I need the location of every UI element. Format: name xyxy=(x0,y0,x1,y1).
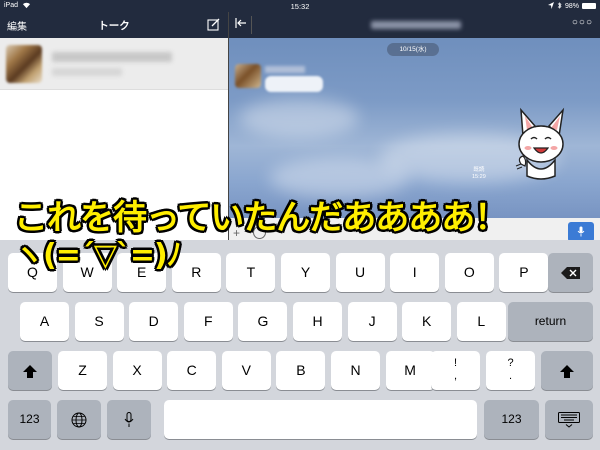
key-k[interactable]: K xyxy=(402,302,452,341)
compose-icon[interactable] xyxy=(207,18,220,31)
key-u[interactable]: U xyxy=(335,253,385,292)
question-label: ? xyxy=(507,357,514,369)
location-icon xyxy=(547,1,554,11)
sender-name-redacted xyxy=(265,66,305,73)
key-l[interactable]: L xyxy=(456,302,506,341)
key-x[interactable]: X xyxy=(112,351,162,390)
key-p[interactable]: P xyxy=(499,253,549,292)
period-label: . xyxy=(508,370,513,382)
return-key[interactable]: return xyxy=(508,302,593,341)
message-bubble-redacted[interactable] xyxy=(265,76,323,92)
key-c[interactable]: C xyxy=(167,351,217,390)
microphone-icon[interactable] xyxy=(568,222,594,242)
read-label: 既読 xyxy=(473,167,485,173)
talk-list-item[interactable] xyxy=(0,38,228,90)
talk-name-redacted xyxy=(52,52,172,62)
shift-key-left[interactable] xyxy=(8,351,52,390)
battery-icon xyxy=(582,3,596,9)
background-cloud xyxy=(239,98,359,138)
delete-icon xyxy=(560,264,581,280)
numbers-key-right[interactable]: 123 xyxy=(484,400,539,439)
shift-icon xyxy=(560,362,574,378)
caption-line-2: ヽ(=´▽`=)ﾉ xyxy=(14,238,182,273)
key-m[interactable]: M xyxy=(385,351,435,390)
avatar xyxy=(6,45,42,83)
read-receipt: 既読 15:29 xyxy=(472,167,486,181)
date-separator: 10/15(水) xyxy=(387,43,439,56)
bluetooth-icon xyxy=(557,1,562,11)
hide-keyboard-icon xyxy=(558,411,580,428)
space-bar[interactable] xyxy=(164,400,477,439)
key-v[interactable]: V xyxy=(221,351,271,390)
avatar[interactable] xyxy=(235,64,261,88)
key-d[interactable]: D xyxy=(129,302,179,341)
back-arrow-icon[interactable] xyxy=(235,17,247,32)
key-s[interactable]: S xyxy=(74,302,124,341)
talk-list-header: 編集 トーク xyxy=(0,12,228,38)
dictation-key[interactable] xyxy=(107,400,151,439)
talk-list-title: トーク xyxy=(98,20,130,32)
read-time: 15:29 xyxy=(472,174,486,180)
status-bar: iPad 15:32 98% xyxy=(0,0,600,12)
comma-label: , xyxy=(453,370,458,382)
key-f[interactable]: F xyxy=(183,302,233,341)
key-a[interactable]: A xyxy=(20,302,69,341)
shift-key-right[interactable] xyxy=(541,351,593,390)
key-z[interactable]: Z xyxy=(58,351,107,390)
exclaim-comma-key[interactable]: ! , xyxy=(431,351,480,390)
key-y[interactable]: Y xyxy=(281,253,330,292)
hide-keyboard-key[interactable] xyxy=(545,400,593,439)
key-b[interactable]: B xyxy=(276,351,326,390)
header-separator xyxy=(251,16,252,34)
chat-header: ○○○ xyxy=(229,12,600,38)
key-n[interactable]: N xyxy=(331,351,380,390)
key-j[interactable]: J xyxy=(347,302,397,341)
status-time: 15:32 xyxy=(290,1,310,11)
key-t[interactable]: T xyxy=(226,253,276,292)
shift-icon xyxy=(23,362,37,378)
status-right: 98% xyxy=(547,1,596,11)
question-period-key[interactable]: ? . xyxy=(486,351,535,390)
globe-key[interactable] xyxy=(57,400,101,439)
delete-key[interactable] xyxy=(548,253,593,292)
key-g[interactable]: G xyxy=(238,302,288,341)
key-i[interactable]: I xyxy=(390,253,440,292)
battery-percent: 98% xyxy=(564,2,579,10)
numbers-key-left[interactable]: 123 xyxy=(8,400,51,439)
more-icon[interactable]: ○○○ xyxy=(572,17,593,28)
exclaim-label: ! xyxy=(453,357,458,369)
cat-sticker[interactable] xyxy=(511,106,571,182)
talk-preview-redacted xyxy=(52,68,122,76)
key-h[interactable]: H xyxy=(293,302,342,341)
key-o[interactable]: O xyxy=(444,253,494,292)
globe-icon xyxy=(71,411,87,428)
chat-title-redacted xyxy=(371,21,461,29)
microphone-icon xyxy=(124,411,134,428)
